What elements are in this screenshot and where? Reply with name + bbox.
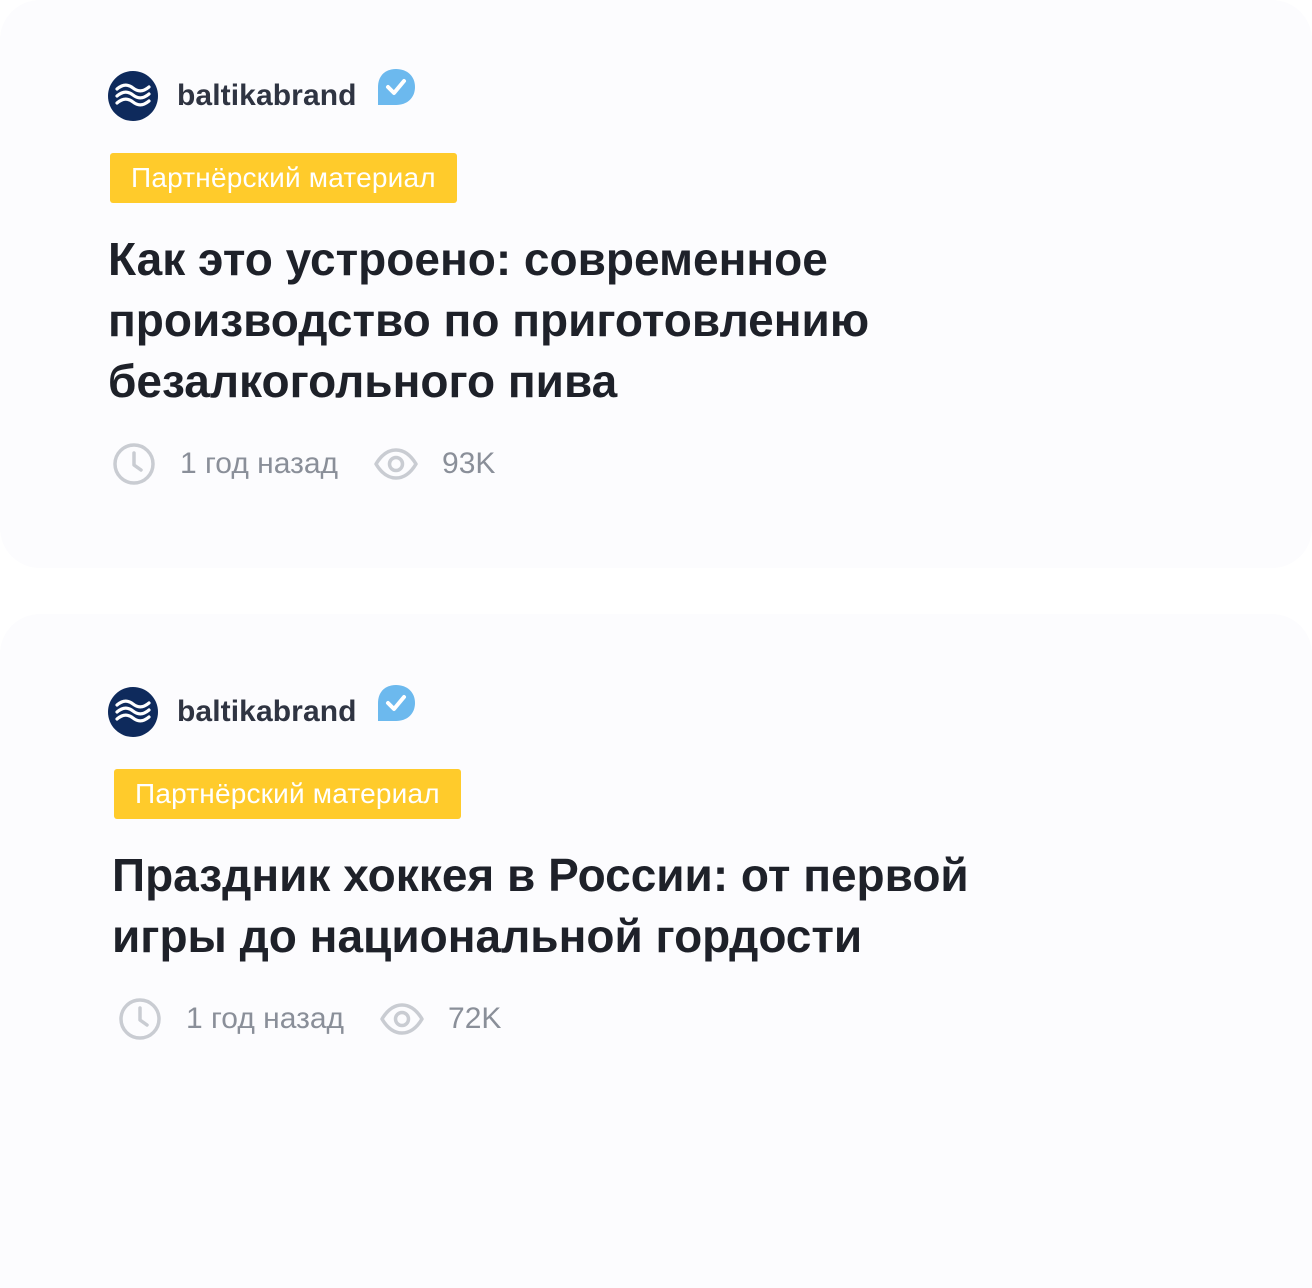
partner-badge: Партнёрский материал [110, 153, 457, 203]
post-time: 1 год назад [186, 1002, 345, 1035]
post-title[interactable]: Праздник хоккея в России: от первой игры… [112, 845, 1032, 967]
verified-check-icon [377, 685, 415, 721]
post-card-content: baltikabrand Партнёрский материал Как эт… [108, 66, 1212, 488]
author-row: baltikabrand [108, 682, 1212, 742]
post-title[interactable]: Как это устроено: современное производст… [108, 229, 1028, 412]
author-avatar[interactable] [108, 687, 158, 737]
author-name[interactable]: baltikabrand [177, 79, 357, 113]
post-card[interactable]: baltikabrand Партнёрский материал Как эт… [0, 0, 1312, 568]
wave-logo-icon [115, 699, 151, 723]
author-avatar[interactable] [108, 71, 158, 121]
post-meta: 1 год назад 93K [108, 440, 1212, 488]
author-row: baltikabrand [108, 66, 1212, 126]
wave-logo-icon [115, 83, 151, 107]
eye-icon [374, 448, 418, 480]
post-time: 1 год назад [180, 447, 339, 480]
partner-badge: Партнёрский материал [114, 769, 461, 819]
clock-icon [113, 443, 155, 485]
post-card-content: baltikabrand Партнёрский материал Праздн… [108, 682, 1212, 1043]
post-views: 72K [448, 1002, 502, 1035]
post-meta: 1 год назад 72K [114, 995, 1212, 1043]
post-card[interactable]: baltikabrand Партнёрский материал Праздн… [0, 614, 1312, 1288]
feed: baltikabrand Партнёрский материал Как эт… [0, 0, 1312, 1288]
author-name[interactable]: baltikabrand [177, 695, 357, 729]
eye-icon [380, 1003, 424, 1035]
verified-check-icon [377, 69, 415, 105]
clock-icon [119, 998, 161, 1040]
post-views: 93K [442, 447, 496, 480]
